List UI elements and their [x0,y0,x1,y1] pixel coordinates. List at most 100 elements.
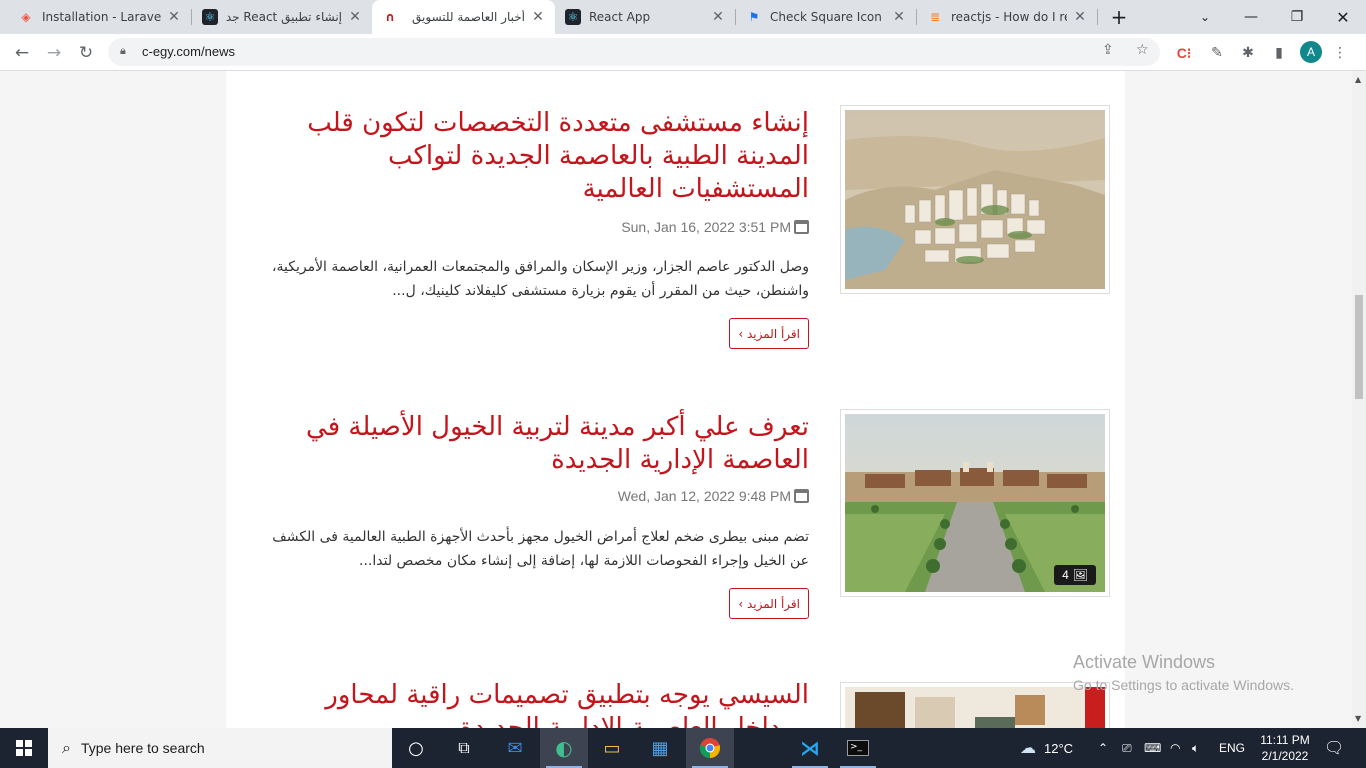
calendar-icon [794,489,809,503]
article-title[interactable]: إنشاء مستشفى متعددة التخصصات لتكون قلب ا… [264,107,809,206]
meet-now-icon[interactable]: ⎚ [1122,728,1132,768]
react-icon: ⚛ [202,9,218,25]
close-tab-icon[interactable]: ✕ [531,9,545,25]
tab-stackoverflow[interactable]: ≣ reactjs - How do I refe ✕ [917,0,1097,34]
cloud-icon: ☁ [1020,740,1036,757]
start-button[interactable] [0,728,48,768]
photo-count: 4 [1062,568,1069,582]
tab-react-new[interactable]: ⚛ إنشاء تطبيق React جديد ✕ [192,0,372,34]
tab-strip: ◈ Installation - Laravel - ✕ ⚛ إنشاء تطب… [0,0,1366,34]
image-gallery-icon: 🖼︎ [1072,568,1088,582]
show-hidden-icons[interactable]: ⌃ [1098,728,1108,768]
back-icon[interactable]: ← [8,39,36,67]
terminal-taskbar-button[interactable]: >_ [834,728,882,768]
tab-title: reactjs - How do I refe [951,10,1067,24]
windows-logo-icon [16,740,32,756]
volume-icon[interactable]: 🔈︎ [1192,728,1199,768]
lock-icon[interactable]: 🔒︎ [120,44,126,58]
tab-news-active[interactable]: ∩ أخبار العاصمة للتسويق ✕ [372,0,555,34]
edge-taskbar-button[interactable]: ◐ [540,728,588,768]
tab-title: Installation - Laravel - [42,10,161,24]
share-icon[interactable]: ⇪ [1102,42,1114,58]
vscode-taskbar-button[interactable]: ⋊ [786,728,834,768]
date-text: Wed, Jan 12, 2022 9:48 PM [617,488,791,504]
weather-temp: 12°C [1044,740,1074,756]
tab-search-icon[interactable]: ⌄ [1182,0,1228,34]
close-tab-icon[interactable]: ✕ [1073,9,1087,25]
edge-icon: ◐ [555,736,573,760]
article-excerpt: تضم مبنى بيطرى ضخم لعلاج أمراض الخيول مج… [272,529,809,569]
article-date: Wed, Jan 12, 2022 9:48 PM [618,488,809,504]
taskbar-search-box[interactable]: ⌕ Type here to search [48,728,392,768]
page-scrollbar[interactable]: ▲ ▼ [1352,71,1366,728]
article-title[interactable]: تعرف علي أكبر مدينة لتربية الخيول الأصيل… [264,411,809,477]
address-bar[interactable]: 🔒︎ c-egy.com/news ⇪ ☆ [108,38,1160,66]
cortana-icon[interactable]: ○ [394,728,438,768]
close-tab-icon[interactable]: ✕ [348,9,362,25]
article-title[interactable]: السيسي يوجه بتطبيق تصميمات راقية لمحاور … [264,679,809,728]
news-article: السيسي يوجه بتطبيق تصميمات راقية لمحاور … [268,679,1110,728]
browser-toolbar: ← → ↻ 🔒︎ c-egy.com/news ⇪ ☆ C⁝ ✎ ✱ ▮ A ⋮ [0,34,1366,71]
vscode-icon: ⋊ [800,736,820,760]
restore-button[interactable]: ❐ [1274,0,1320,34]
weather-widget[interactable]: ☁ 12°C [1020,728,1073,768]
article-excerpt: وصل الدكتور عاصم الجزار، وزير الإسكان وا… [271,259,809,299]
minimize-button[interactable]: — [1228,0,1274,34]
date-text: Sun, Jan 16, 2022 3:51 PM [621,219,791,235]
chrome-icon [699,738,721,759]
page-viewport: إنشاء مستشفى متعددة التخصصات لتكون قلب ا… [0,71,1352,728]
tab-title: أخبار العاصمة للتسويق [412,10,525,24]
file-explorer-icon[interactable]: ▭ [590,728,634,768]
close-tab-icon[interactable]: ✕ [711,9,725,25]
article-thumbnail[interactable] [840,105,1110,294]
store-icon[interactable]: ▦ [638,728,682,768]
news-article: 4 🖼︎ تعرف علي أكبر مدينة لتربية الخيول ا… [268,375,1110,675]
sisi-meeting-image [845,687,1105,728]
tab-react-app[interactable]: ⚛ React App ✕ [555,0,735,34]
close-tab-icon[interactable]: ✕ [892,9,906,25]
url-text[interactable]: c-egy.com/news [142,44,235,59]
scrollbar-thumb[interactable] [1355,295,1363,399]
input-indicator-icon[interactable]: ⌨ [1144,728,1161,768]
calendar-icon [794,220,809,234]
task-view-icon[interactable]: ⧉ [442,728,486,768]
flag-icon: ⚑ [748,10,760,24]
clock-date: 2/1/2022 [1261,749,1309,763]
extension-c-icon[interactable]: C⁝ [1173,42,1195,64]
scroll-up-icon[interactable]: ▲ [1355,75,1361,84]
bookmark-star-icon[interactable]: ☆ [1136,42,1149,58]
taskbar-clock[interactable]: 11:11 PM 2/1/2022 [1254,732,1316,764]
search-placeholder: Type here to search [80,740,205,756]
tab-title: React App [589,10,651,24]
reload-icon[interactable]: ↻ [72,39,100,67]
laravel-icon: ◈ [21,10,31,24]
language-indicator[interactable]: ENG [1219,728,1245,768]
new-tab-button[interactable]: + [1097,0,1141,34]
read-more-button[interactable]: اقرأ المزيد › [729,318,809,349]
chrome-menu-icon[interactable]: ⋮ [1329,42,1351,64]
profile-avatar[interactable]: A [1300,41,1322,63]
eyedropper-extension-icon[interactable]: ✎ [1206,42,1228,64]
photo-count-badge[interactable]: 4 🖼︎ [1054,565,1096,585]
wifi-icon[interactable]: ◠ [1170,728,1180,768]
tab-laravel[interactable]: ◈ Installation - Laravel - ✕ [8,0,191,34]
read-more-button[interactable]: اقرأ المزيد › [729,588,809,619]
windows-taskbar: ⌕ Type here to search ○ ⧉ ✉ ◐ ▭ ▦ ⋊ >_ ☁… [0,728,1366,768]
scroll-down-icon[interactable]: ▼ [1355,714,1361,723]
forward-icon[interactable]: → [40,39,68,67]
chrome-taskbar-button[interactable] [686,728,734,768]
page-gutter-right [1125,71,1352,728]
close-tab-icon[interactable]: ✕ [167,9,181,25]
terminal-icon: >_ [847,740,869,756]
tab-check-square[interactable]: ⚑ Check Square Icon - R ✕ [736,0,916,34]
stackoverflow-icon: ≣ [929,10,941,24]
close-window-button[interactable]: ✕ [1320,0,1366,34]
page-gutter-left [0,71,226,728]
mail-icon[interactable]: ✉ [492,728,538,768]
notifications-icon[interactable]: 🗨︎ [1324,728,1344,768]
search-icon: ⌕ [62,738,71,757]
extensions-puzzle-icon[interactable]: ✱ [1237,42,1259,64]
side-panel-icon[interactable]: ▮ [1268,42,1290,64]
article-thumbnail[interactable] [840,682,1110,728]
article-thumbnail[interactable]: 4 🖼︎ [840,409,1110,597]
